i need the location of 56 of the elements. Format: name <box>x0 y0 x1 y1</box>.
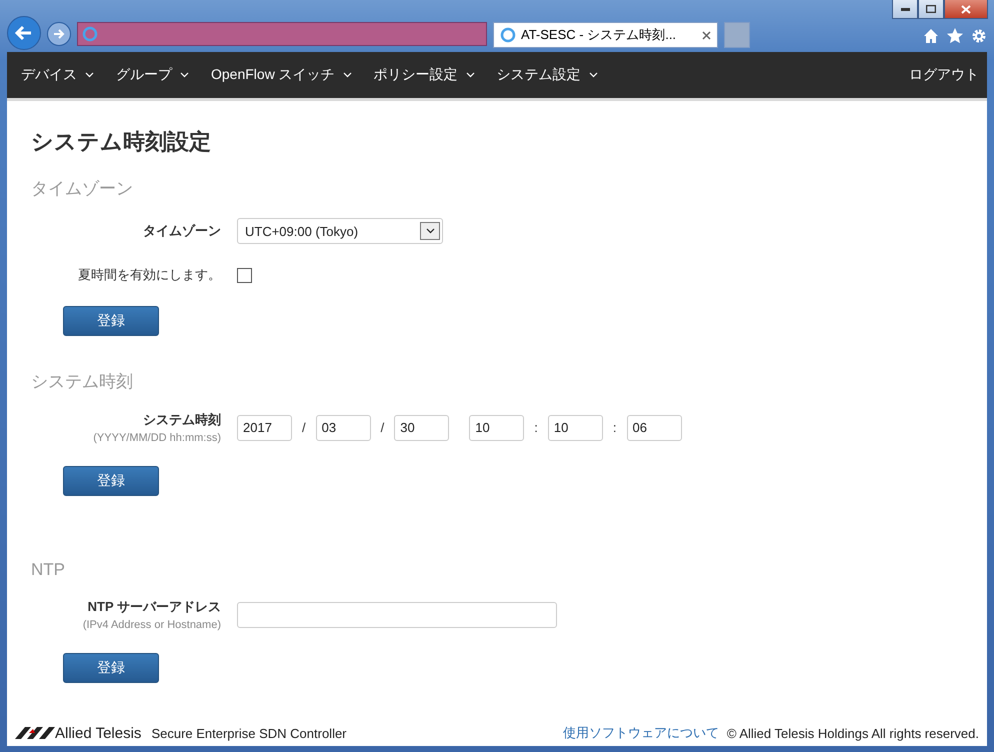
logout-link[interactable]: ログアウト <box>909 66 979 84</box>
format-hint: (IPv4 Address or Hostname) <box>82 619 221 631</box>
star-icon[interactable] <box>947 28 963 44</box>
field-label: NTP サーバーアドレス <box>88 598 221 616</box>
caret-icon <box>180 72 189 78</box>
section-heading: タイムゾーン <box>31 178 134 200</box>
browser-tab[interactable]: AT-SESC - システム時刻... <box>493 22 718 48</box>
checkbox[interactable] <box>237 268 252 282</box>
section-heading: システム時刻 <box>31 371 134 393</box>
nav-menu-item[interactable]: デバイス <box>21 66 94 84</box>
separator-text: / <box>380 420 384 435</box>
logo-text: Allied Telesis <box>55 724 142 742</box>
close-icon[interactable] <box>702 30 711 40</box>
time-input[interactable]: 2017 <box>237 414 292 440</box>
field-label: 夏時間を有効にします。 <box>78 266 221 284</box>
format-hint: (YYYY/MM/DD hh:mm:ss) <box>93 432 221 444</box>
time-input[interactable]: 10 <box>548 414 603 440</box>
section-heading: NTP <box>31 560 66 580</box>
tab-title: AT-SESC - システム時刻... <box>521 26 678 44</box>
maximize-icon[interactable] <box>918 0 944 19</box>
arrow-right-icon <box>53 29 65 39</box>
time-input[interactable]: 30 <box>394 414 450 440</box>
back-button[interactable] <box>7 16 41 50</box>
settings-icon[interactable] <box>971 28 987 44</box>
home-icon[interactable] <box>923 28 939 44</box>
forward-button[interactable] <box>47 22 71 46</box>
logo-icon <box>15 727 55 739</box>
nav-menu-item[interactable]: OpenFlow スイッチ <box>211 66 352 84</box>
product-name: Secure Enterprise SDN Controller <box>151 726 347 740</box>
caret-icon <box>426 228 434 234</box>
caret-icon <box>342 72 352 78</box>
copyright-text: © Allied Telesis Holdings All rights reserved. <box>726 726 979 740</box>
time-input[interactable]: 06 <box>626 414 682 440</box>
timezone-select[interactable]: UTC+09:00 (Tokyo) <box>237 218 443 244</box>
caret-icon <box>85 72 94 78</box>
register-button[interactable]: 登録 <box>63 306 159 336</box>
close-icon[interactable] <box>944 0 988 19</box>
field-label: タイムゾーン <box>143 222 221 240</box>
server-address-input[interactable] <box>237 602 557 628</box>
page-title: システム時刻設定 <box>31 128 212 156</box>
register-button[interactable]: 登録 <box>63 466 159 496</box>
nav-menu-item[interactable]: グループ <box>116 66 189 84</box>
time-input[interactable]: 03 <box>316 414 371 440</box>
software-info-link[interactable]: 使用ソフトウェアについて <box>562 724 719 742</box>
arrow-left-icon <box>15 25 33 41</box>
time-input[interactable]: 10 <box>469 414 524 440</box>
field-label: システム時刻 <box>143 411 221 429</box>
separator-text: : <box>534 420 538 435</box>
caret-icon <box>588 72 598 78</box>
separator-text: / <box>302 420 306 435</box>
nav-menu-item[interactable]: ポリシー設定 <box>374 66 475 84</box>
separator-text: : <box>612 420 616 435</box>
minimize-icon[interactable] <box>892 0 918 19</box>
register-button[interactable]: 登録 <box>63 653 159 683</box>
caret-icon <box>466 72 475 78</box>
nav-menu-item[interactable]: システム設定 <box>496 66 598 84</box>
